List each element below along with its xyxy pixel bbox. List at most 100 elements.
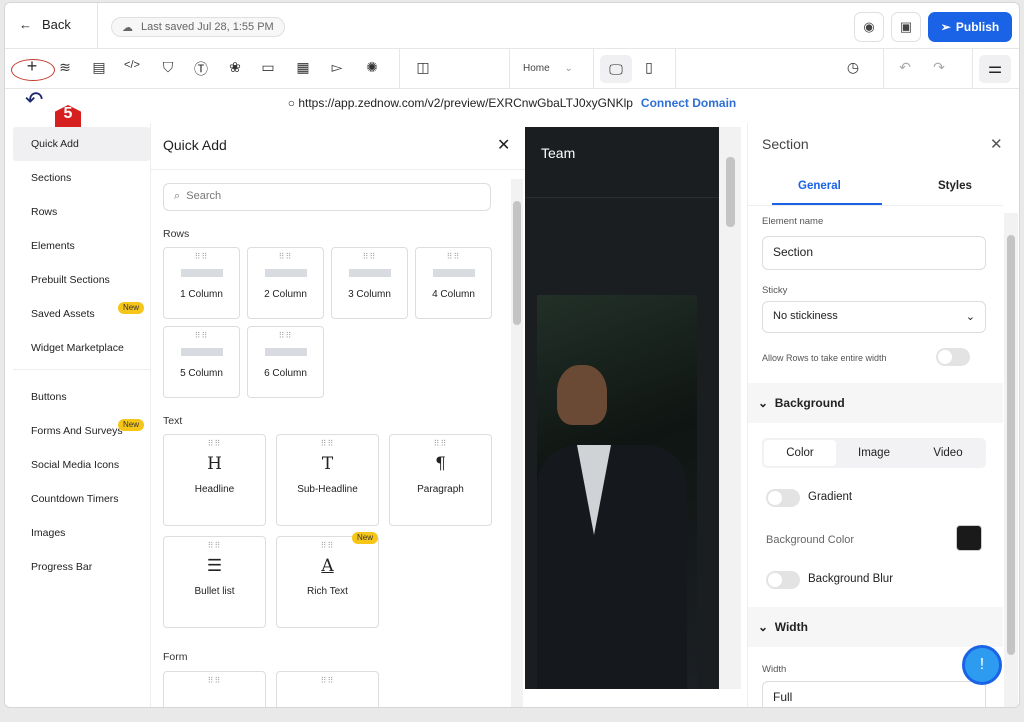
quick-add-panel: Quick Add ✕ ⌕ Search Rows ⠿⠿ 1 Column ⠿⠿ 2… [151,123,525,707]
sidebar-item-elements[interactable]: Elements [13,229,150,263]
layers-icon[interactable]: ≋ [55,59,75,79]
sidebar-item-sections[interactable]: Sections [13,161,150,195]
chevron-down-icon: ⌄ [564,63,573,74]
label: Saved Assets [31,308,95,320]
sidebar-item-progress-bar[interactable]: Progress Bar [13,550,150,584]
sidebar-item-quick-add[interactable]: Quick Add [13,127,150,161]
mobile-icon[interactable]: ▯ [639,59,659,79]
canvas-scrollbar[interactable] [719,127,741,689]
row-card-2[interactable]: ⠿⠿ 2 Column [247,247,324,319]
allow-rows-toggle[interactable] [936,348,970,366]
cloud-off-icon: ☁ [122,22,133,34]
bg-tab-color[interactable]: Color [764,440,836,466]
divider [675,49,676,89]
bg-tab-image[interactable]: Image [838,440,910,466]
row-card-4[interactable]: ⠿⠿ 4 Column [415,247,492,319]
paint-icon[interactable]: ⛉ [158,59,178,79]
eye-icon: ◉ [863,19,875,34]
sidebar-item-countdown-timers[interactable]: Countdown Timers [13,482,150,516]
publish-button[interactable]: ➢ Publish [928,12,1012,42]
page-select[interactable]: Home ⌄ [523,63,573,74]
rich-text-icon: A [321,556,334,576]
sub-headline-card[interactable]: ⠿⠿ T Sub-Headline [276,434,379,526]
columns-icon[interactable]: ◫ [413,59,433,79]
send-icon: ➢ [940,20,951,34]
sidebar-item-prebuilt-sections[interactable]: Prebuilt Sections [13,263,150,297]
history-icon[interactable]: ◷ [843,59,863,79]
preview-url[interactable]: https://app.zednow.com/v2/preview/EXRCnw… [298,96,633,110]
divider [13,369,150,370]
hero-image [537,295,697,689]
divider [972,49,973,89]
code-icon[interactable]: </> [122,59,142,79]
sidebar-item-forms[interactable]: Forms And Surveys New [13,414,150,448]
sidebar-item-saved-assets[interactable]: Saved Assets New [13,297,150,331]
card-label: 2 Column [264,289,307,300]
row-card-1[interactable]: ⠿⠿ 1 Column [163,247,240,319]
text-icon[interactable]: Ⓣ [191,59,211,79]
person-head [557,365,607,425]
terminal-icon[interactable]: ▻ [327,59,347,79]
chevron-down-icon: ⌄ [965,311,975,323]
sidebar-item-buttons[interactable]: Buttons [13,380,150,414]
element-name-input[interactable]: Section [762,236,986,270]
redo-icon[interactable]: ↷ [929,59,949,79]
highlight-circle [11,59,55,81]
sidebar-item-widget-marketplace[interactable]: Widget Marketplace [13,331,150,365]
sticky-select[interactable]: No stickiness ⌄ [762,301,986,333]
settings-toggle-button[interactable]: ⚌ [979,55,1011,83]
list-icon: ☰ [206,556,223,576]
chat-support-button[interactable]: ! [962,645,1002,685]
desktop-view-button[interactable]: 🖵 [600,55,632,83]
background-color-swatch[interactable] [956,525,982,551]
save-button[interactable]: ▣ [891,12,921,42]
search-input[interactable]: ⌕ Search [163,183,491,211]
width-select[interactable]: Full [762,681,986,707]
background-blur-toggle[interactable] [766,571,800,589]
background-color-label: Background Color [766,534,855,546]
card-label: Rich Text [307,586,348,597]
cookie-icon[interactable]: ✺ [362,59,382,79]
headline-card[interactable]: ⠿⠿ H Headline [163,434,266,526]
publish-label: Publish [955,20,1000,34]
paragraph-card[interactable]: ⠿⠿ ¶ Paragraph [389,434,492,526]
sidebar-item-images[interactable]: Images [13,516,150,550]
canvas-heading: Team [541,145,576,161]
row-card-3[interactable]: ⠿⠿ 3 Column [331,247,408,319]
form-icon[interactable]: ▦ [293,59,313,79]
gradient-toggle[interactable] [766,489,800,507]
background-section-header[interactable]: ⌄ Background [748,383,1003,423]
close-icon[interactable]: ✕ [497,135,510,155]
bg-tab-video[interactable]: Video [912,440,984,466]
row-card-5[interactable]: ⠿⠿ 5 Column [163,326,240,398]
row-card-6[interactable]: ⠿⠿ 6 Column [247,326,324,398]
save-status: ☁ Last saved Jul 28, 1:55 PM [111,17,285,37]
colors-icon[interactable]: ❀ [225,59,245,79]
scrollbar[interactable] [511,179,523,707]
width-section-header[interactable]: ⌄ Width [748,607,1003,647]
card-label: Paragraph [417,484,464,495]
form-card-1[interactable]: ⠿⠿ [163,671,266,707]
connect-domain-link[interactable]: Connect Domain [641,96,736,110]
rich-text-card[interactable]: New ⠿⠿ A Rich Text [276,532,379,628]
form-card-2[interactable]: ⠿⠿ [276,671,379,707]
undo-icon[interactable]: ↶ [895,59,915,79]
bullet-list-card[interactable]: ⠿⠿ ☰ Bullet list [163,536,266,628]
divider [151,169,525,170]
sidebar-item-social-media-icons[interactable]: Social Media Icons [13,448,150,482]
divider [883,49,884,89]
page-icon[interactable]: ▤ [89,59,109,79]
tab-styles[interactable]: Styles [938,180,972,192]
sidebar-item-rows[interactable]: Rows [13,195,150,229]
headline-icon: H [207,454,222,474]
panel-scrollbar[interactable] [1004,213,1018,707]
preview-button[interactable]: ◉ [854,12,884,42]
back-button[interactable]: ← Back [19,17,71,32]
layout-icon[interactable]: ▭ [258,59,278,79]
sticky-label: Sticky [762,285,788,296]
panel-title: Quick Add [163,137,227,153]
tab-general[interactable]: General [798,180,841,192]
new-badge: New [117,419,144,431]
close-icon[interactable]: ✕ [990,135,1003,153]
element-name-label: Element name [762,216,824,227]
